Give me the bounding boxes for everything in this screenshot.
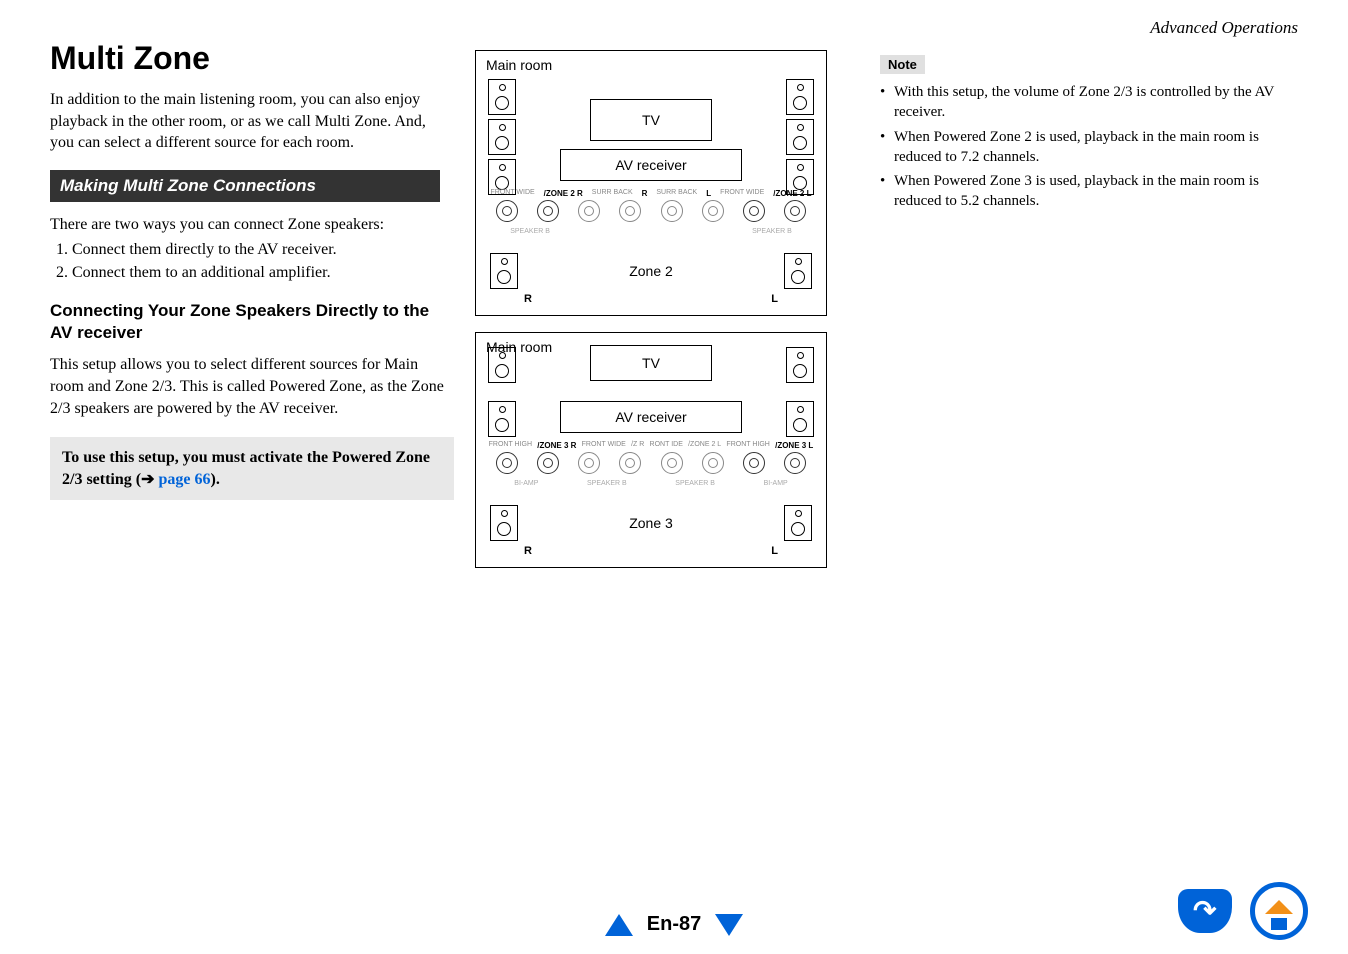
home-icon[interactable]	[1250, 882, 1308, 940]
list-lead: There are two ways you can connect Zone …	[50, 214, 450, 236]
note-list: With this setup, the volume of Zone 2/3 …	[880, 82, 1300, 212]
page-link[interactable]: page 66	[159, 471, 211, 488]
terminal-label: /ZONE 3 R	[537, 441, 576, 450]
diagram-zone2: Main room TV AV receiver FRONT WIDE /ZON…	[475, 50, 827, 316]
terminal-label: /ZONE 2 L	[688, 441, 721, 450]
binding-post-icon	[743, 200, 765, 222]
section-header: Advanced Operations	[1150, 18, 1298, 38]
speaker-icon	[490, 505, 518, 541]
prev-page-icon[interactable]	[605, 914, 633, 936]
next-page-icon[interactable]	[715, 914, 743, 936]
callout-text-a: To use this setup, you must activate the…	[62, 449, 430, 488]
binding-post-icon	[578, 200, 600, 222]
mini-label-row: SPEAKER BSPEAKER B	[490, 228, 812, 235]
speaker-icon	[786, 401, 814, 437]
speaker-icon	[786, 347, 814, 383]
channel-r-label: R	[524, 545, 532, 557]
avr-box: AV receiver	[560, 149, 742, 181]
binding-post-icon	[784, 452, 806, 474]
binding-post-icon	[702, 200, 724, 222]
binding-post-icon	[784, 200, 806, 222]
speaker-icon	[786, 79, 814, 115]
binding-post-icon	[537, 200, 559, 222]
list-item: Connect them directly to the AV receiver…	[72, 239, 450, 261]
terminal-label: FRONT HIGH	[489, 441, 532, 450]
binding-post-icon	[661, 200, 683, 222]
zone-label: Zone 2	[629, 263, 673, 279]
terminal-label: /ZONE 2 L	[773, 189, 811, 198]
note-item: When Powered Zone 2 is used, playback in…	[880, 127, 1300, 168]
binding-post-icon	[537, 452, 559, 474]
binding-post-row	[486, 452, 816, 474]
mini-label-row: BI-AMP SPEAKER B SPEAKER B BI-AMP	[490, 480, 812, 487]
callout-text-b: ).	[211, 471, 220, 488]
terminal-label: /ZONE 2 R	[544, 189, 583, 198]
binding-post-icon	[496, 452, 518, 474]
terminal-label: /ZONE 3 L	[775, 441, 813, 450]
channel-l-label: L	[771, 545, 778, 557]
speaker-icon	[488, 401, 516, 437]
body-text: This setup allows you to select differen…	[50, 354, 450, 419]
callout-box: To use this setup, you must activate the…	[50, 437, 454, 500]
speaker-icon	[490, 253, 518, 289]
note-item: When Powered Zone 3 is used, playback in…	[880, 171, 1300, 212]
terminal-label: /Z R	[631, 441, 644, 450]
terminal-label-row: FRONT WIDE /ZONE 2 R SURR BACK R SURR BA…	[486, 189, 816, 198]
binding-post-icon	[578, 452, 600, 474]
speaker-icon	[488, 79, 516, 115]
page-title: Multi Zone	[50, 40, 450, 77]
speaker-icon	[488, 119, 516, 155]
connection-options-list: Connect them directly to the AV receiver…	[50, 239, 450, 284]
callout-arrow: ➔	[141, 471, 158, 488]
terminal-label: FRONT WIDE	[720, 189, 764, 198]
avr-box: AV receiver	[560, 401, 742, 433]
terminal-label-row: FRONT HIGH /ZONE 3 R FRONT WIDE /Z R RON…	[486, 441, 816, 450]
speaker-icon	[786, 119, 814, 155]
note-label: Note	[880, 55, 925, 74]
section-heading-bar: Making Multi Zone Connections	[50, 170, 440, 202]
channel-l-label: L	[771, 293, 778, 305]
zone-label: Zone 3	[629, 515, 673, 531]
terminal-label: SURR BACK	[592, 189, 633, 198]
channel-r-label: R	[524, 293, 532, 305]
terminal-label: FRONT WIDE	[490, 189, 534, 198]
note-item: With this setup, the volume of Zone 2/3 …	[880, 82, 1300, 123]
diagram-label-main-room: Main room	[486, 57, 552, 73]
terminal-label: L	[706, 189, 711, 198]
back-icon[interactable]: ↶	[1178, 889, 1232, 933]
binding-post-icon	[702, 452, 724, 474]
terminal-label: R	[642, 189, 648, 198]
intro-text: In addition to the main listening room, …	[50, 89, 450, 154]
terminal-label: RONT IDE	[650, 441, 683, 450]
page-number: En-87	[647, 913, 701, 936]
diagram-label-main-room: Main room	[486, 339, 552, 355]
binding-post-icon	[496, 200, 518, 222]
binding-post-icon	[743, 452, 765, 474]
tv-box: TV	[590, 345, 712, 381]
terminal-label: FRONT WIDE	[582, 441, 626, 450]
speaker-icon	[784, 253, 812, 289]
binding-post-icon	[619, 452, 641, 474]
binding-post-icon	[619, 200, 641, 222]
diagram-zone3: Main room TV AV receiver FRONT HIGH /ZON…	[475, 332, 827, 568]
binding-post-icon	[661, 452, 683, 474]
subheading: Connecting Your Zone Speakers Directly t…	[50, 300, 450, 344]
binding-post-row	[486, 200, 816, 222]
speaker-icon	[784, 505, 812, 541]
terminal-label: SURR BACK	[656, 189, 697, 198]
terminal-label: FRONT HIGH	[726, 441, 769, 450]
tv-box: TV	[590, 99, 712, 141]
list-item: Connect them to an additional amplifier.	[72, 262, 450, 284]
